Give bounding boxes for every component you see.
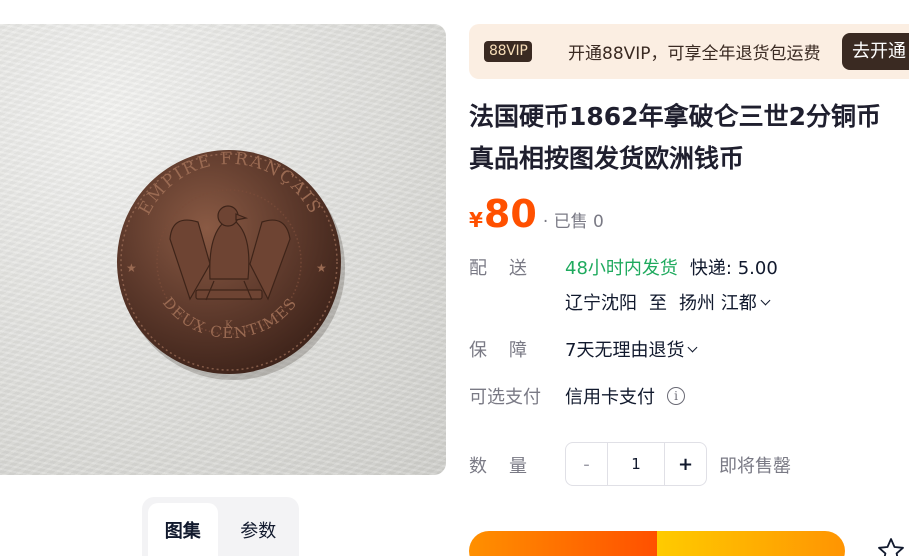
- sold-count: · 已售 0: [542, 212, 604, 232]
- delivery-route[interactable]: 辽宁沈阳 至 扬州 江都: [565, 289, 771, 315]
- add-to-cart-button[interactable]: [657, 531, 845, 556]
- product-title-line-1: 法国硬币1862年拿破仑三世2分铜币: [469, 102, 881, 131]
- gallery-tabs: 图集 参数: [142, 497, 299, 556]
- currency-symbol: ¥: [469, 208, 483, 232]
- delivery-label: 配送: [469, 258, 549, 279]
- quantity-label: 数量: [469, 456, 549, 477]
- route-to: 至: [649, 293, 667, 314]
- delivery-info: 48小时内发货 快递: 5.00: [565, 254, 778, 280]
- product-main-image[interactable]: EMPIRE FRANÇAIS DEUX CENTIMES K ★ ★: [0, 24, 446, 475]
- product-title-line-2: 真品相按图发货欧洲钱币: [469, 144, 745, 173]
- decrement-button[interactable]: -: [566, 443, 608, 485]
- vip-open-button[interactable]: 去开通: [842, 33, 909, 70]
- price-row: ¥ 80 · 已售 0: [469, 192, 604, 242]
- guarantee-value-row[interactable]: 7天无理由退货: [565, 336, 698, 362]
- star-icon[interactable]: [876, 536, 906, 556]
- vip-promo-text: 开通88VIP，可享全年退货包运费: [568, 44, 821, 64]
- payment-value-row: 信用卡支付 i: [565, 383, 685, 409]
- product-title: 法国硬币1862年拿破仑三世2分铜币 真品相按图发货欧洲钱币: [469, 96, 909, 180]
- price-value: 80: [483, 192, 537, 236]
- payment-label: 可选支付: [469, 387, 541, 408]
- ship-time: 48小时内发货: [565, 258, 678, 279]
- coin-mint-mark: K: [225, 320, 233, 331]
- payment-value: 信用卡支付: [565, 387, 655, 408]
- buy-now-button[interactable]: [469, 531, 657, 556]
- vip-banner[interactable]: 88VIP 开通88VIP，可享全年退货包运费 去开通: [469, 24, 909, 79]
- tab-gallery[interactable]: 图集: [148, 503, 218, 556]
- quantity-stepper: - 1 +: [565, 442, 707, 486]
- origin-city: 辽宁沈阳: [565, 293, 637, 314]
- increment-button[interactable]: +: [664, 443, 706, 485]
- stock-status: 即将售罄: [719, 456, 791, 477]
- svg-text:★: ★: [316, 261, 327, 275]
- quantity-input[interactable]: 1: [608, 443, 664, 485]
- coin-illustration: EMPIRE FRANÇAIS DEUX CENTIMES K ★ ★: [117, 149, 345, 380]
- chevron-down-icon[interactable]: [688, 342, 698, 352]
- purchase-buttons: [469, 531, 845, 556]
- guarantee-value: 7天无理由退货: [565, 340, 685, 361]
- chevron-down-icon[interactable]: [760, 295, 771, 305]
- info-icon[interactable]: i: [667, 387, 685, 405]
- tab-params[interactable]: 参数: [224, 503, 294, 556]
- destination-city[interactable]: 扬州 江都: [679, 289, 757, 315]
- guarantee-label: 保障: [469, 340, 549, 361]
- express-fee: 快递: 5.00: [689, 258, 778, 279]
- svg-text:★: ★: [126, 261, 137, 275]
- vip-badge: 88VIP: [484, 41, 533, 62]
